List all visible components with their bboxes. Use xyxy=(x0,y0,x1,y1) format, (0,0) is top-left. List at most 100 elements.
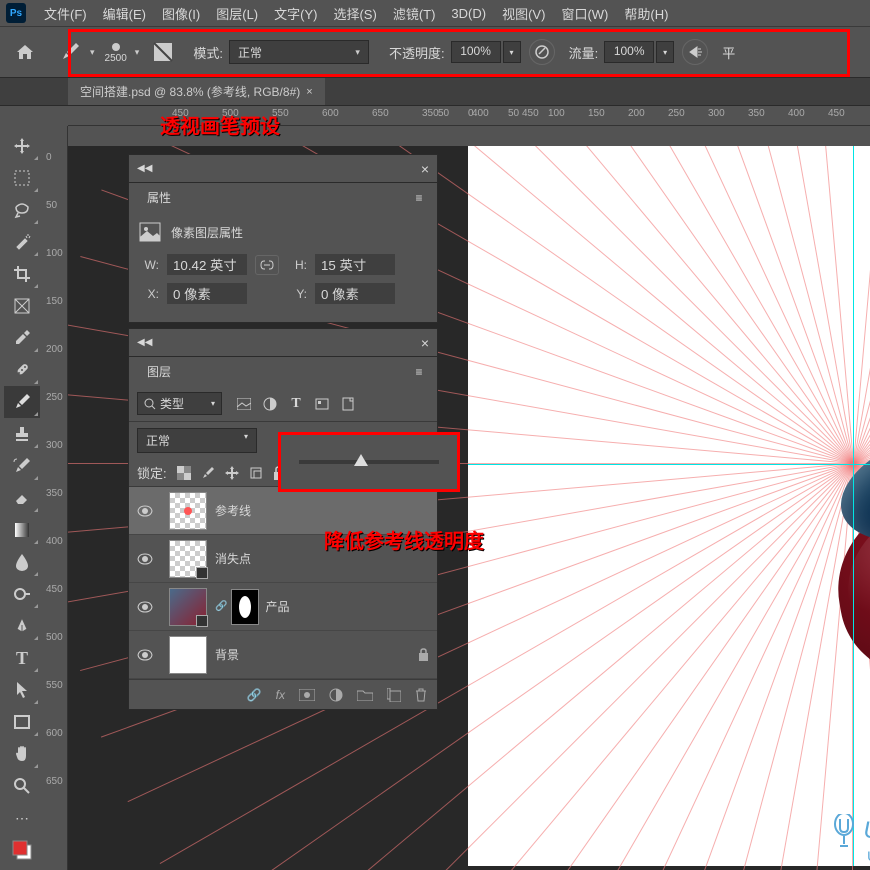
crop-tool[interactable] xyxy=(4,258,40,290)
tools-panel: T ⋯ xyxy=(0,106,44,866)
group-icon[interactable] xyxy=(357,689,373,701)
home-button[interactable] xyxy=(10,38,40,66)
brush-panel-button[interactable] xyxy=(149,38,177,66)
panel-menu-icon[interactable]: ≡ xyxy=(409,191,429,205)
filter-type-icon[interactable]: T xyxy=(288,396,304,412)
close-icon[interactable]: × xyxy=(421,161,429,177)
menu-edit[interactable]: 编辑(E) xyxy=(95,0,154,27)
layer-thumb xyxy=(169,492,207,530)
fx-icon[interactable]: fx xyxy=(276,688,285,702)
visibility-icon[interactable] xyxy=(137,601,161,613)
visibility-icon[interactable] xyxy=(137,553,161,565)
type-tool[interactable]: T xyxy=(4,642,40,674)
pen-tool[interactable] xyxy=(4,610,40,642)
move-tool[interactable] xyxy=(4,130,40,162)
close-icon[interactable]: × xyxy=(421,335,429,351)
guide-vertical[interactable] xyxy=(853,146,854,866)
slider-thumb[interactable] xyxy=(354,454,368,466)
blur-tool[interactable] xyxy=(4,546,40,578)
filter-smart-icon[interactable] xyxy=(340,396,356,412)
y-input[interactable] xyxy=(315,283,395,304)
menu-file[interactable]: 文件(F) xyxy=(36,0,95,27)
airbrush-icon[interactable] xyxy=(682,39,708,65)
edit-toolbar[interactable]: ⋯ xyxy=(4,802,40,834)
dodge-tool[interactable] xyxy=(4,578,40,610)
layers-tab[interactable]: 图层 xyxy=(137,357,181,386)
filter-pixel-icon[interactable] xyxy=(236,396,252,412)
panel-header[interactable]: ◀◀ × xyxy=(129,329,437,357)
properties-tab[interactable]: 属性 xyxy=(137,183,181,212)
rectangle-tool[interactable] xyxy=(4,706,40,738)
layer-filter-select[interactable]: 类型 ▾ xyxy=(137,392,222,415)
layer-name[interactable]: 参考线 xyxy=(215,502,429,519)
panel-header[interactable]: ◀◀ × xyxy=(129,155,437,183)
menu-image[interactable]: 图像(I) xyxy=(154,0,208,27)
layer-row[interactable]: 🔗 产品 xyxy=(129,583,437,631)
color-swatch[interactable] xyxy=(4,834,40,866)
collapse-icon[interactable]: ◀◀ xyxy=(137,163,152,174)
lasso-tool[interactable] xyxy=(4,194,40,226)
lock-trans-icon[interactable] xyxy=(177,466,191,480)
zoom-tool[interactable] xyxy=(4,770,40,802)
magic-wand-tool[interactable] xyxy=(4,226,40,258)
close-tab-icon[interactable]: × xyxy=(306,86,312,98)
gradient-tool[interactable] xyxy=(4,514,40,546)
adj-layer-icon[interactable] xyxy=(329,688,343,702)
healing-tool[interactable] xyxy=(4,354,40,386)
filter-adjust-icon[interactable] xyxy=(262,396,278,412)
flow-dropdown[interactable]: ▾ xyxy=(656,41,674,63)
h-label: H: xyxy=(287,258,307,272)
link-layers-icon[interactable]: 🔗 xyxy=(247,688,262,702)
collapse-icon[interactable]: ◀◀ xyxy=(137,337,152,348)
new-layer-icon[interactable] xyxy=(387,688,401,702)
opacity-dropdown[interactable]: ▾ xyxy=(503,41,521,63)
menu-window[interactable]: 窗口(W) xyxy=(553,0,616,27)
pressure-opacity-icon[interactable] xyxy=(529,39,555,65)
panel-menu-icon[interactable]: ≡ xyxy=(409,365,429,379)
layer-blend-select[interactable]: 正常 ▾ xyxy=(137,428,257,453)
blend-mode-select[interactable]: 正常 ▾ xyxy=(229,40,369,64)
height-input[interactable] xyxy=(315,254,395,275)
visibility-icon[interactable] xyxy=(137,505,161,517)
menu-select[interactable]: 选择(S) xyxy=(325,0,384,27)
layer-row[interactable]: 背景 xyxy=(129,631,437,679)
trash-icon[interactable] xyxy=(415,688,427,702)
menu-layer[interactable]: 图层(L) xyxy=(208,0,266,27)
canvas[interactable]: UIIIUIII UiBQ.CoM xyxy=(468,146,870,866)
filter-shape-icon[interactable] xyxy=(314,396,330,412)
menu-filter[interactable]: 滤镜(T) xyxy=(385,0,444,27)
brush-tool[interactable] xyxy=(4,386,40,418)
document-tab[interactable]: 空间搭建.psd @ 83.8% (参考线, RGB/8#) × xyxy=(68,78,325,105)
opacity-slider-popup[interactable] xyxy=(278,432,460,492)
opacity-slider[interactable] xyxy=(299,460,439,464)
mask-icon[interactable] xyxy=(299,689,315,701)
chevron-down-icon[interactable]: ▾ xyxy=(135,47,140,58)
flow-input[interactable]: 100% xyxy=(604,41,654,63)
link-icon[interactable] xyxy=(255,255,279,275)
lock-artboard-icon[interactable] xyxy=(249,466,263,480)
guide-horizontal[interactable] xyxy=(468,464,870,465)
chevron-down-icon[interactable]: ▾ xyxy=(90,47,95,58)
opacity-input[interactable]: 100% xyxy=(451,41,501,63)
menu-view[interactable]: 视图(V) xyxy=(494,0,553,27)
layer-name[interactable]: 产品 xyxy=(265,598,429,615)
layer-name[interactable]: 背景 xyxy=(215,646,418,663)
width-input[interactable] xyxy=(167,254,247,275)
path-select-tool[interactable] xyxy=(4,674,40,706)
marquee-tool[interactable] xyxy=(4,162,40,194)
menu-help[interactable]: 帮助(H) xyxy=(616,0,676,27)
menu-type[interactable]: 文字(Y) xyxy=(266,0,325,27)
visibility-icon[interactable] xyxy=(137,649,161,661)
stamp-tool[interactable] xyxy=(4,418,40,450)
history-brush-tool[interactable] xyxy=(4,450,40,482)
brush-tool-preview[interactable]: ▾ xyxy=(58,40,95,64)
brush-preset-picker[interactable]: 2500 xyxy=(105,41,127,64)
frame-tool[interactable] xyxy=(4,290,40,322)
lock-move-icon[interactable] xyxy=(225,466,239,480)
menu-3d[interactable]: 3D(D) xyxy=(443,2,494,25)
eraser-tool[interactable] xyxy=(4,482,40,514)
lock-paint-icon[interactable] xyxy=(201,466,215,480)
x-input[interactable] xyxy=(167,283,247,304)
eyedropper-tool[interactable] xyxy=(4,322,40,354)
hand-tool[interactable] xyxy=(4,738,40,770)
